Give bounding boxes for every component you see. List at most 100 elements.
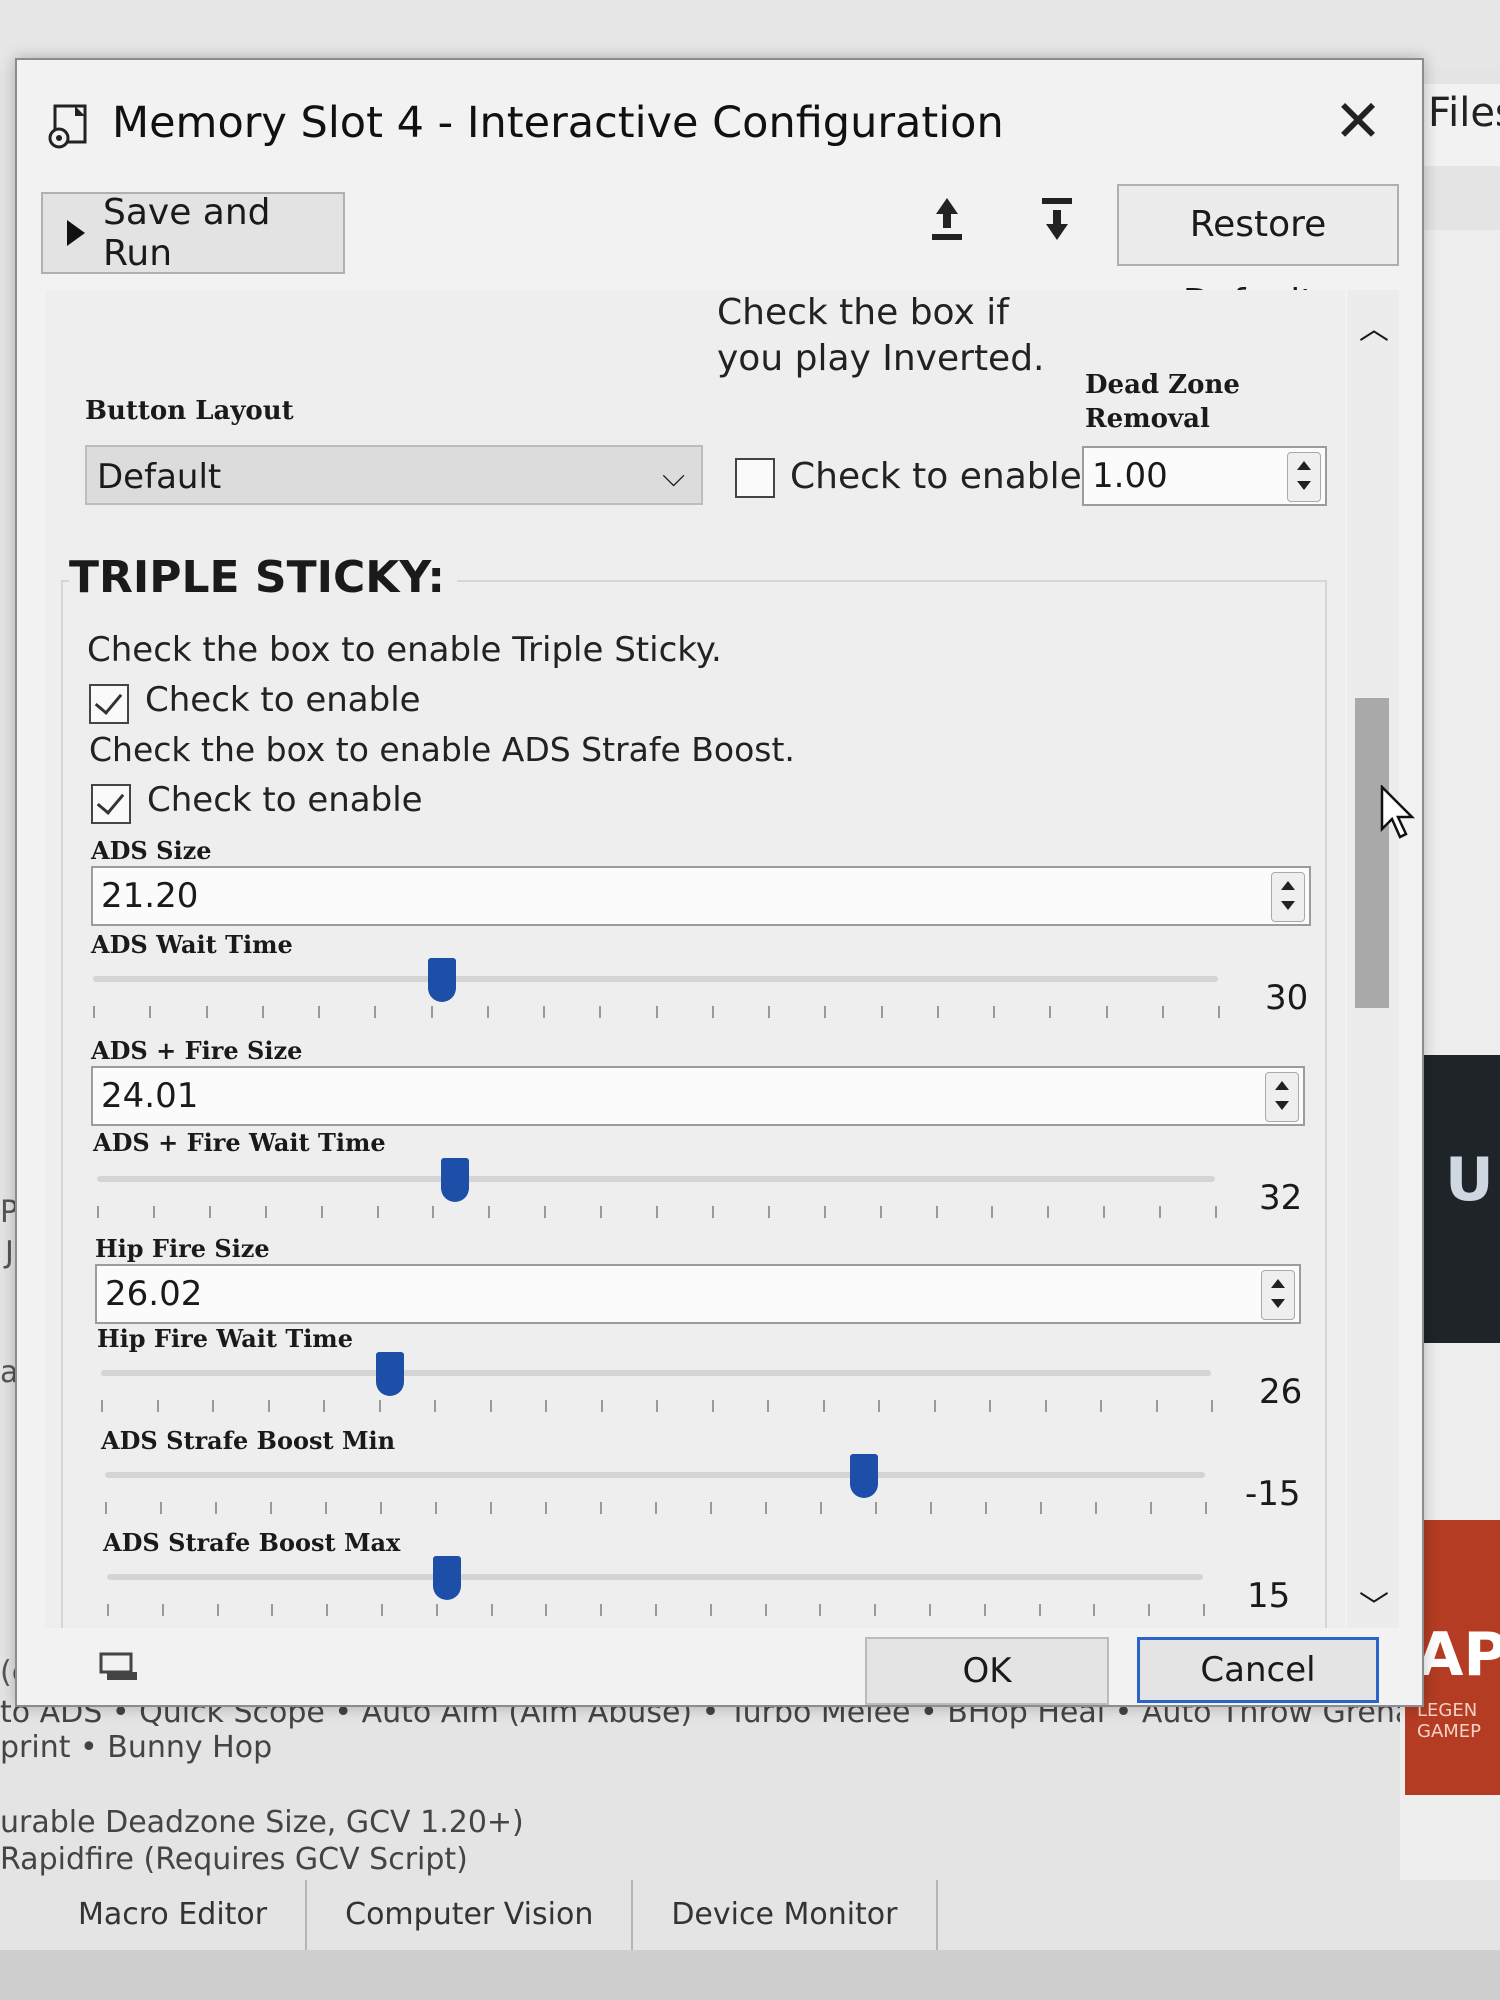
slider-tick xyxy=(824,1006,827,1018)
thumbnail-subtext: LEGEN GAMEP xyxy=(1417,1700,1482,1742)
slider-tick xyxy=(1100,1400,1102,1412)
triple-sticky-checkbox-label: Check to enable xyxy=(145,680,421,720)
strafe-boost-checkbox[interactable] xyxy=(91,784,131,824)
slider-tick xyxy=(160,1502,162,1514)
dialog-footer: OK Cancel xyxy=(47,1635,1387,1705)
scrollbar-thumb[interactable] xyxy=(1355,698,1389,1008)
spinner-arrows-icon[interactable] xyxy=(1265,1072,1299,1122)
slider-tick xyxy=(1150,1502,1152,1514)
slider-tick xyxy=(490,1502,492,1514)
spinner-arrows-icon[interactable] xyxy=(1261,1270,1295,1320)
slider-tick xyxy=(271,1604,274,1616)
ads-fire-wait-time-slider[interactable]: 32 xyxy=(97,1158,1303,1228)
slider-tick xyxy=(985,1502,987,1514)
slider-tick xyxy=(543,1006,545,1018)
slider-tick xyxy=(378,1400,381,1412)
close-icon: ✕ xyxy=(1333,87,1383,155)
slider-tick xyxy=(544,1206,547,1218)
slider-thumb[interactable] xyxy=(375,1352,404,1396)
slider-tick xyxy=(376,1206,379,1218)
play-icon xyxy=(67,220,85,246)
slider-tick xyxy=(764,1604,767,1616)
slider-thumb[interactable] xyxy=(440,1158,469,1202)
triple-sticky-checkbox[interactable] xyxy=(89,684,129,724)
slider-tick xyxy=(600,1206,603,1218)
button-layout-select[interactable]: Default ⌵ xyxy=(85,445,703,505)
slider-tick xyxy=(600,1400,603,1412)
slider-tick xyxy=(489,1400,492,1412)
slider-tick xyxy=(545,1604,548,1616)
spinner-arrows-icon[interactable] xyxy=(1287,452,1321,502)
vertical-scrollbar[interactable]: ︿ ﹀ xyxy=(1347,290,1399,1628)
download-icon[interactable] xyxy=(1032,190,1082,250)
save-and-run-button[interactable]: Save and Run xyxy=(41,192,345,274)
ads-fire-size-spinbox[interactable]: 24.01 xyxy=(91,1066,1305,1126)
slider-tick xyxy=(983,1604,986,1616)
hip-fire-size-spinbox[interactable]: 26.02 xyxy=(95,1264,1301,1324)
ok-button[interactable]: OK xyxy=(865,1637,1109,1705)
inverted-prompt: Check the box if you play Inverted. xyxy=(717,292,1045,379)
slider-tick xyxy=(599,1006,602,1018)
strafe-boost-min-slider[interactable]: -15 xyxy=(105,1454,1301,1524)
slider-tick xyxy=(318,1006,320,1018)
slider-tick xyxy=(1218,1006,1220,1018)
script-thumbnail-dark[interactable]: U xyxy=(1415,1055,1500,1343)
slider-tick xyxy=(435,1604,438,1616)
tab-computer-vision[interactable]: Computer Vision xyxy=(307,1880,634,1950)
tab-macro-editor[interactable]: Macro Editor xyxy=(40,1880,308,1950)
slider-tick xyxy=(767,1206,770,1218)
triple-sticky-title: TRIPLE STICKY: xyxy=(69,552,458,603)
slider-tick xyxy=(1161,1006,1164,1018)
slider-tick xyxy=(1215,1206,1217,1218)
slider-thumb[interactable] xyxy=(432,1556,461,1600)
slider-track xyxy=(93,976,1218,982)
slider-tick xyxy=(655,1006,658,1018)
slider-tick xyxy=(822,1400,825,1412)
slider-tick xyxy=(1038,1604,1041,1616)
slider-tick xyxy=(1040,1502,1042,1514)
slider-track xyxy=(101,1370,1211,1376)
slider-thumb[interactable] xyxy=(850,1454,878,1498)
dialog-titlebar: Memory Slot 4 - Interactive Configuratio… xyxy=(17,60,1422,180)
slider-tick xyxy=(1203,1604,1205,1616)
tab-device-monitor[interactable]: Device Monitor xyxy=(633,1880,938,1950)
slider-tick xyxy=(1049,1006,1052,1018)
ads-wait-time-slider[interactable]: 30 xyxy=(93,958,1308,1028)
chevron-up-icon[interactable]: ︿ xyxy=(1359,304,1389,348)
upload-icon[interactable] xyxy=(922,190,972,250)
slider-tick xyxy=(1205,1502,1207,1514)
slider-tick xyxy=(488,1206,491,1218)
files-tab[interactable]: Files xyxy=(1418,84,1500,166)
dead-zone-spinbox[interactable]: 1.00 xyxy=(1082,446,1327,506)
spinner-arrows-icon[interactable] xyxy=(1271,872,1305,922)
configuration-dialog: Memory Slot 4 - Interactive Configuratio… xyxy=(15,58,1424,1707)
slider-ticks xyxy=(105,1502,1207,1516)
ads-size-label: ADS Size xyxy=(91,836,212,865)
hip-fire-wait-time-value: 26 xyxy=(1259,1372,1303,1412)
slider-tick xyxy=(205,1006,208,1018)
restore-defaults-button[interactable]: Restore Defaults xyxy=(1117,184,1399,323)
chevron-down-icon[interactable]: ﹀ xyxy=(1359,1582,1389,1626)
cancel-button[interactable]: Cancel xyxy=(1137,1637,1379,1703)
background-bottom-strip xyxy=(0,1950,1500,2000)
slider-tick xyxy=(880,1006,883,1018)
slider-tick xyxy=(711,1006,714,1018)
slider-tick xyxy=(1093,1604,1096,1616)
thumbnail-text: APE xyxy=(1417,1620,1500,1690)
ads-size-spinbox[interactable]: 21.20 xyxy=(91,866,1311,926)
chevron-down-icon: ⌵ xyxy=(662,459,685,494)
slider-tick xyxy=(1155,1400,1158,1412)
slider-tick xyxy=(767,1400,769,1412)
strafe-boost-max-slider[interactable]: 15 xyxy=(107,1556,1301,1626)
slider-tick xyxy=(875,1502,877,1514)
settings-script-icon xyxy=(48,104,87,149)
slider-tick xyxy=(215,1502,217,1514)
slider-tick xyxy=(656,1206,658,1218)
hip-fire-size-value: 26.02 xyxy=(105,1274,203,1314)
slider-tick xyxy=(1159,1206,1162,1218)
inverted-checkbox[interactable] xyxy=(735,458,775,498)
close-button[interactable]: ✕ xyxy=(1327,90,1389,152)
slider-thumb[interactable] xyxy=(427,958,456,1002)
slider-ticks xyxy=(97,1206,1217,1220)
hip-fire-wait-time-slider[interactable]: 26 xyxy=(101,1352,1303,1422)
